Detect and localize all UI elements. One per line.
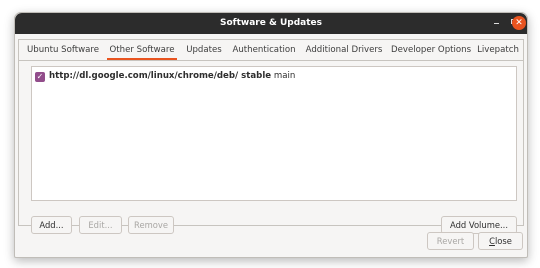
title-bar[interactable]: Software & Updates ✕: [15, 13, 527, 34]
tab-livepatch[interactable]: Livepatch: [475, 40, 521, 60]
tab-additional-drivers[interactable]: Additional Drivers: [303, 40, 385, 60]
window-title: Software & Updates: [220, 18, 322, 28]
software-updates-window: Software & Updates ✕ Ubuntu Software Oth…: [14, 12, 528, 258]
remove-button[interactable]: Remove: [128, 216, 174, 234]
close-label-rest: lose: [494, 236, 512, 246]
other-software-panel: ✓ http://dl.google.com/linux/chrome/deb/…: [18, 60, 524, 234]
tab-developer-options[interactable]: Developer Options: [391, 40, 471, 60]
tab-authentication[interactable]: Authentication: [231, 40, 297, 60]
revert-button[interactable]: Revert: [427, 232, 474, 250]
checkmark-icon: ✓: [36, 72, 44, 81]
edit-button[interactable]: Edit...: [79, 216, 122, 234]
close-window-button[interactable]: ✕: [512, 16, 526, 30]
sources-list[interactable]: ✓ http://dl.google.com/linux/chrome/deb/…: [31, 66, 517, 201]
tab-other-software[interactable]: Other Software: [107, 40, 177, 60]
add-button[interactable]: Add...: [31, 216, 72, 234]
tab-ubuntu-software[interactable]: Ubuntu Software: [25, 40, 101, 60]
source-component: main: [273, 71, 296, 81]
tab-bar: Ubuntu Software Other Software Updates A…: [18, 39, 524, 60]
source-label: http://dl.google.com/linux/chrome/deb/ s…: [49, 71, 295, 81]
close-icon: ✕: [515, 18, 523, 28]
source-url: http://dl.google.com/linux/chrome/deb/ s…: [49, 71, 272, 81]
tab-updates[interactable]: Updates: [183, 40, 225, 60]
minimize-icon[interactable]: [494, 23, 499, 24]
source-enabled-checkbox[interactable]: ✓: [35, 72, 45, 82]
close-button[interactable]: Close: [478, 232, 523, 250]
